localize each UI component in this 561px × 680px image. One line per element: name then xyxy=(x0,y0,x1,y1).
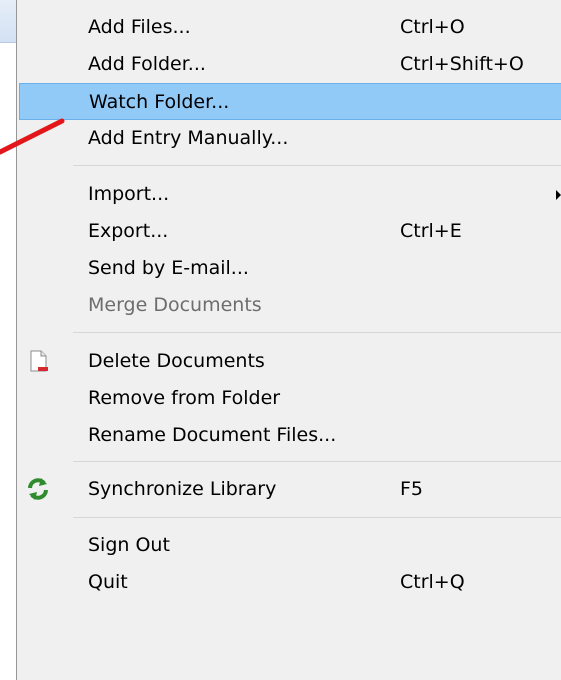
menu-item-shortcut: Ctrl+Q xyxy=(400,571,465,593)
screenshot-stage: Add Files... Ctrl+O Add Folder... Ctrl+S… xyxy=(0,0,561,680)
menu-item-shortcut: F5 xyxy=(400,478,424,500)
submenu-arrow-icon xyxy=(556,190,561,200)
menu-item-label: Merge Documents xyxy=(88,294,262,316)
menu-item-synchronize-library[interactable]: Synchronize Library F5 xyxy=(19,471,561,508)
menu-item-label: Remove from Folder xyxy=(88,387,281,409)
menu-item-quit[interactable]: Quit Ctrl+Q xyxy=(19,564,561,601)
menu-item-shortcut: Ctrl+O xyxy=(400,16,465,38)
background-panel xyxy=(0,43,17,680)
menu-item-add-files[interactable]: Add Files... Ctrl+O xyxy=(19,9,561,46)
menu-item-label: Delete Documents xyxy=(88,350,265,372)
menu-item-label: Quit xyxy=(88,571,128,593)
menu-item-label: Rename Document Files... xyxy=(88,424,337,446)
menu-separator xyxy=(73,165,561,166)
menu-item-remove-from-folder[interactable]: Remove from Folder xyxy=(19,380,561,417)
menu-item-rename-document-files[interactable]: Rename Document Files... xyxy=(19,417,561,454)
menu-separator xyxy=(73,332,561,333)
menu-item-label: Export... xyxy=(88,220,169,242)
menu-item-label: Add Folder... xyxy=(88,53,206,75)
menu-item-merge-documents: Merge Documents xyxy=(19,287,561,324)
menu-item-shortcut: Ctrl+Shift+O xyxy=(400,53,524,75)
menu-item-label: Add Files... xyxy=(88,16,191,38)
menu-item-send-by-email[interactable]: Send by E-mail... xyxy=(19,250,561,287)
menu-item-add-entry-manually[interactable]: Add Entry Manually... xyxy=(19,120,561,157)
delete-document-icon xyxy=(25,348,51,374)
menu-separator xyxy=(73,461,561,462)
menu-item-sign-out[interactable]: Sign Out xyxy=(19,527,561,564)
menu-item-watch-folder[interactable]: Watch Folder... xyxy=(19,83,561,120)
menu-item-export[interactable]: Export... Ctrl+E xyxy=(19,213,561,250)
menu-item-import[interactable]: Import... xyxy=(19,176,561,213)
menu-item-label: Synchronize Library xyxy=(88,478,277,500)
menu-item-label: Watch Folder... xyxy=(89,91,230,113)
menu-item-label: Send by E-mail... xyxy=(88,257,249,279)
menu-item-label: Sign Out xyxy=(88,534,170,556)
file-context-menu: Add Files... Ctrl+O Add Folder... Ctrl+S… xyxy=(16,0,561,680)
background-toolbar xyxy=(0,0,16,43)
sync-icon xyxy=(25,476,51,502)
menu-item-add-folder[interactable]: Add Folder... Ctrl+Shift+O xyxy=(19,46,561,83)
menu-separator xyxy=(73,517,561,518)
menu-item-shortcut: Ctrl+E xyxy=(400,220,462,242)
menu-item-label: Import... xyxy=(88,183,170,205)
menu-item-delete-documents[interactable]: Delete Documents xyxy=(19,343,561,380)
menu-item-label: Add Entry Manually... xyxy=(88,127,289,149)
